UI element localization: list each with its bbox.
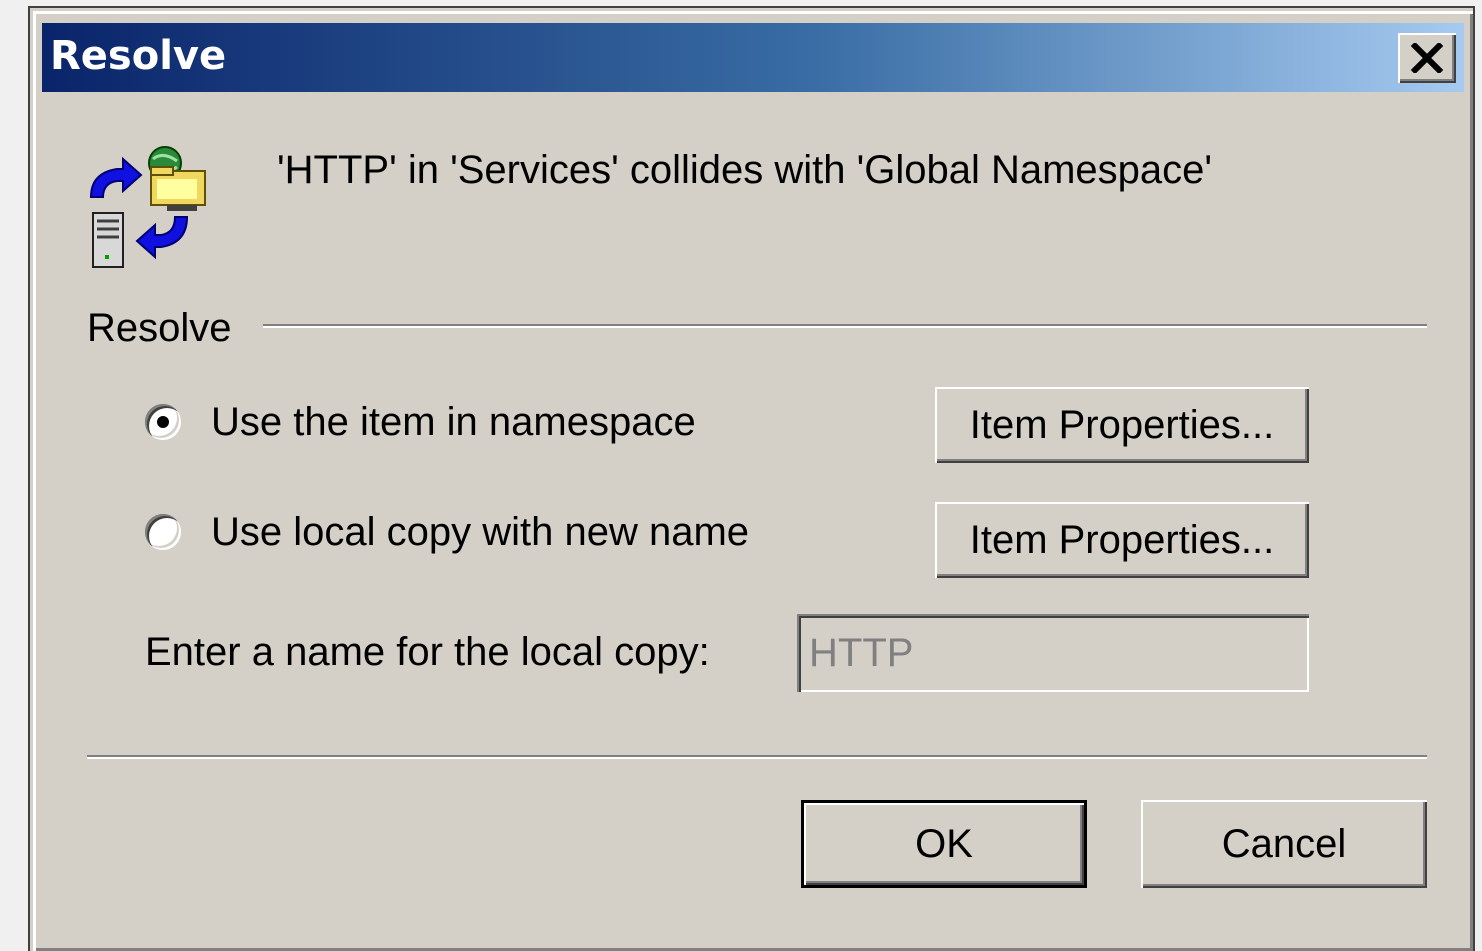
use-local-copy-option[interactable]: Use local copy with new name bbox=[145, 507, 749, 557]
use-namespace-option[interactable]: Use the item in namespace bbox=[145, 397, 696, 447]
window-title: Resolve bbox=[50, 33, 227, 79]
close-button[interactable] bbox=[1398, 33, 1456, 83]
title-bar[interactable]: Resolve bbox=[42, 23, 1464, 92]
use-namespace-radio[interactable] bbox=[145, 404, 181, 440]
close-icon bbox=[1410, 43, 1444, 73]
ok-button[interactable]: OK bbox=[801, 800, 1087, 888]
use-namespace-label[interactable]: Use the item in namespace bbox=[211, 397, 696, 447]
radio-selected-dot bbox=[157, 416, 169, 428]
resolve-dialog: Resolve 'HTTP' in 'Services' collides wi… bbox=[30, 8, 1473, 951]
resolve-group-line bbox=[263, 324, 1427, 328]
item-properties-local-button[interactable]: Item Properties... bbox=[935, 502, 1309, 578]
button-separator bbox=[87, 755, 1427, 759]
use-local-copy-radio[interactable] bbox=[145, 514, 181, 550]
local-copy-name-label: Enter a name for the local copy: bbox=[145, 630, 710, 674]
item-properties-namespace-button[interactable]: Item Properties... bbox=[935, 387, 1309, 463]
use-local-copy-label[interactable]: Use local copy with new name bbox=[211, 507, 749, 557]
cancel-button[interactable]: Cancel bbox=[1141, 800, 1427, 888]
conflict-message: 'HTTP' in 'Services' collides with 'Glob… bbox=[277, 148, 1213, 192]
local-copy-name-input[interactable] bbox=[797, 614, 1309, 692]
resolve-group-label: Resolve bbox=[87, 303, 246, 353]
resolve-conflict-icon bbox=[89, 146, 206, 268]
